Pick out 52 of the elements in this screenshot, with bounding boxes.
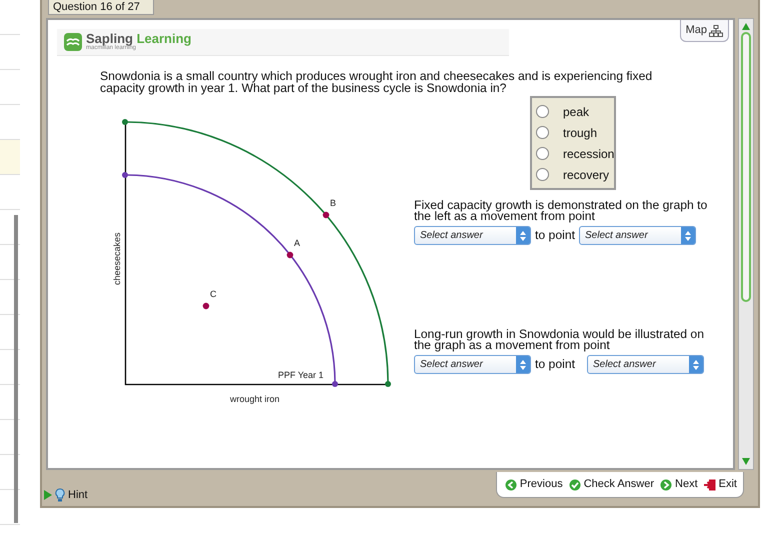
curve-label: PPF Year 1 <box>278 370 324 380</box>
brand-name: Sapling Learning <box>86 32 192 44</box>
curve-endpoint <box>332 381 338 387</box>
joiner-text: to point <box>535 356 575 374</box>
point-label: A <box>294 238 300 248</box>
map-button[interactable]: Map <box>680 20 729 42</box>
exit-door-icon <box>704 478 716 490</box>
graph-point <box>286 252 294 258</box>
hint-link[interactable]: Hint <box>68 486 88 504</box>
scrollbar[interactable] <box>738 18 754 470</box>
curve-endpoint <box>385 381 391 387</box>
play-icon[interactable] <box>44 490 52 500</box>
radio-option[interactable]: trough <box>536 122 610 143</box>
answer-dropdown[interactable]: Select answer <box>578 226 696 245</box>
point-label: B <box>330 198 336 208</box>
spinner-arrows-icon <box>692 360 699 370</box>
graph-point <box>322 212 330 218</box>
question-tab[interactable]: Question 16 of 27 <box>48 0 154 15</box>
spinner-arrows-icon <box>684 230 691 240</box>
radio-button[interactable] <box>536 105 549 118</box>
joiner-text: to point <box>535 227 575 244</box>
radio-option[interactable]: recovery <box>536 164 610 185</box>
scroll-thumb[interactable] <box>741 32 751 302</box>
check-button[interactable]: Check Answer <box>568 476 654 493</box>
answer-dropdown[interactable]: Select answer <box>414 355 531 374</box>
curve-endpoint <box>122 172 128 178</box>
lightbulb-icon <box>55 488 65 502</box>
prompt-text: Long-run growth in Snowdonia would be illustrated on the graph as a movement from point <box>414 329 705 351</box>
side-scrollbar[interactable] <box>14 215 18 523</box>
question-text: Snowdonia is a small country which produces wrought iron and cheesecakes and is experiencing fixed capacity growth in year 1. What part of the business cycle is Snowdonia in? <box>100 70 654 94</box>
exit-button[interactable]: Exit <box>704 476 737 493</box>
radio-button[interactable] <box>536 168 549 181</box>
highlighted-row <box>0 140 20 175</box>
x-axis-label: wrought iron <box>230 394 280 404</box>
answer-dropdown[interactable]: Select answer <box>414 226 531 245</box>
radio-option[interactable]: peak <box>536 101 610 122</box>
radio-button[interactable] <box>536 147 549 160</box>
checkmark-icon <box>568 478 581 490</box>
next-button[interactable]: Next <box>660 476 698 493</box>
spinner-arrows-icon <box>520 230 526 240</box>
graph-point <box>202 302 210 310</box>
sitemap-icon <box>709 24 723 36</box>
radio-button[interactable] <box>536 126 549 139</box>
scroll-down-icon[interactable] <box>741 457 751 466</box>
point-label: C <box>210 289 216 299</box>
curve-endpoint <box>122 119 128 125</box>
previous-button[interactable]: Previous <box>504 476 563 493</box>
prompt-text: Fixed capacity growth is demonstrated on the graph to the left as a movement from point <box>414 200 708 222</box>
book-logo-icon <box>64 33 82 51</box>
spinner-arrows-icon <box>520 360 526 370</box>
y-axis-label: cheesecakes <box>112 232 122 285</box>
answer-dropdown[interactable]: Select answer <box>586 355 704 374</box>
